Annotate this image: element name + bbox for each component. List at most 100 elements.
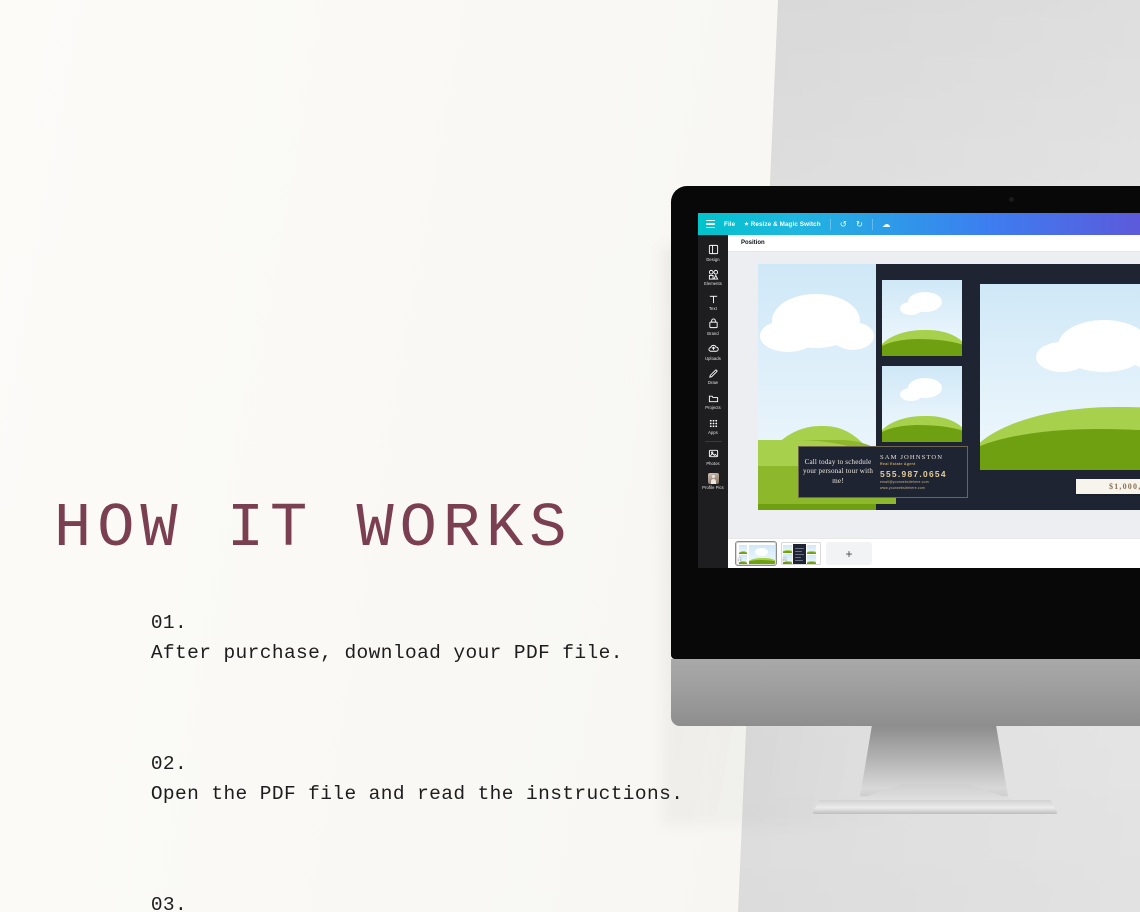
sidebar-item-elements[interactable]: Elements [698,265,728,290]
cloud-shape [760,320,816,352]
brand-icon [708,318,719,329]
step-text: Open the PDF file and read the instructi… [150,783,684,806]
cloud-shape [1036,342,1088,372]
sidebar-item-design[interactable]: Design [698,240,728,265]
cloud-sync-icon[interactable]: ☁ [882,220,891,229]
cloud-shape [900,388,922,401]
webcam-icon [1009,197,1014,202]
app-topbar: File ★ Resize & Magic Switch ↺ ↻ ☁ BRE_D… [698,213,1140,235]
step-number: 03. [150,893,188,912]
sidebar-item-profile-pics[interactable]: Profile Pics [698,469,728,494]
resize-label: Resize & Magic Switch [750,220,821,228]
price-text: $1,000,000 [1109,482,1140,491]
context-toolbar: Position [728,235,1140,252]
monitor-bezel: File ★ Resize & Magic Switch ↺ ↻ ☁ BRE_D… [671,186,1140,659]
resize-magic-switch-button[interactable]: ★ Resize & Magic Switch [744,221,820,228]
step-number: 02. [150,753,188,776]
thumb-photo [807,555,816,564]
sidebar-item-label: Elements [704,281,722,287]
page-number: 2 [783,557,786,564]
thumb-photo [807,545,816,554]
agent-details: SAM JOHNSTON Real Estate Agent 555.987.0… [877,454,967,490]
position-button[interactable]: Position [736,238,770,248]
sidebar-item-draw[interactable]: Draw [698,364,728,389]
page-thumbnail-2[interactable]: 2 [781,542,821,565]
sidebar-item-label: Apps [708,429,718,435]
sidebar-item-apps[interactable]: Apps [698,413,728,438]
app-body: Design Elements Text Brand Uploads Draw … [698,235,1140,568]
sidebar-item-label: Brand [707,330,719,336]
list-item: 03. Log in to your Canva account or regi… [54,860,694,912]
photo-placeholder[interactable] [882,280,962,356]
sidebar-item-label: Photos [706,460,720,466]
apps-icon [708,418,719,429]
monitor-stand-base [812,800,1058,814]
page-thumbnail-1[interactable]: 1 [734,540,778,567]
photo-placeholder[interactable] [882,366,962,442]
sidebar-item-label: Uploads [705,355,721,361]
list-item: 01. After purchase, download your PDF fi… [54,578,694,699]
text-icon [708,294,719,305]
sparkle-icon: ★ [744,220,749,227]
sidebar-item-uploads[interactable]: Uploads [698,339,728,364]
sidebar-item-brand[interactable]: Brand [698,314,728,339]
uploads-icon [707,343,719,354]
sidebar-item-projects[interactable]: Projects [698,389,728,414]
agent-role: Real Estate Agent [880,461,916,466]
sidebar-item-text[interactable]: Text [698,290,728,315]
thumb-photo [783,545,792,553]
sidebar-item-label: Design [706,256,720,262]
price-badge[interactable]: $1,000,000 [1076,479,1140,494]
list-item: 02. Open the PDF file and read the instr… [54,719,694,840]
photos-icon [708,448,719,459]
add-page-button[interactable]: + [826,542,872,565]
sidebar-item-label: Projects [705,405,721,411]
instructions-block: HOW IT WORKS 01. After purchase, downloa… [54,498,694,912]
undo-icon[interactable]: ↺ [840,220,847,229]
toolbar-divider [871,218,873,230]
thumb-text-panel [793,544,806,564]
sidebar-item-label: Text [709,306,717,312]
sidebar-item-photos[interactable]: Photos [698,444,728,469]
thumb-photo [739,545,747,554]
draw-icon [708,368,719,379]
page-root: HOW IT WORKS 01. After purchase, downloa… [0,0,1140,912]
page-thumbnail-strip: 1 2 + [728,538,1140,568]
photo-placeholder[interactable] [980,284,1140,470]
canvas-area[interactable]: 123 Boundary St, Dallas, TX [728,252,1140,538]
step-number: 01. [150,612,188,635]
call-to-action-text: Call today to schedule your personal tou… [802,457,874,485]
page-title: HOW IT WORKS [54,493,573,564]
cloud-shape [832,322,874,350]
agent-contact-card[interactable]: Call today to schedule your personal tou… [798,446,968,498]
page-number: 1 [738,557,741,564]
agent-email: email@yourwebsitehere.com [880,480,929,485]
agent-phone: 555.987.0654 [880,468,947,479]
cloud-shape [900,302,922,315]
hamburger-icon[interactable] [706,220,715,228]
monitor-chin [671,659,1140,726]
monitor-screen: File ★ Resize & Magic Switch ↺ ↻ ☁ BRE_D… [698,213,1140,568]
agent-name: SAM JOHNSTON [880,454,944,462]
design-icon [708,244,719,255]
steps-list: 01. After purchase, download your PDF fi… [54,578,694,912]
hill-shape [882,425,962,442]
hero-panel: 123 Boundary St, Dallas, TX [968,264,1140,510]
agent-website: www.yourwebsitehere.com [880,485,925,490]
projects-icon [708,393,719,404]
thumb-photo [749,545,775,564]
sidebar-item-label: Draw [708,380,718,386]
toolbar-divider [829,218,831,230]
sidebar-item-label: Profile Pics [702,485,724,491]
app-workspace: Position $1,000 Call today to schedule y… [728,235,1140,568]
step-text: After purchase, download your PDF file. [150,642,623,665]
app-sidebar: Design Elements Text Brand Uploads Draw … [698,235,728,568]
profile-pics-icon [707,473,719,485]
hill-shape [882,339,962,356]
file-menu-button[interactable]: File [724,221,735,228]
design-canvas[interactable]: 123 Boundary St, Dallas, TX [758,264,1140,510]
desktop-monitor: File ★ Resize & Magic Switch ↺ ↻ ☁ BRE_D… [663,186,1140,826]
elements-icon [708,269,719,280]
sidebar-divider [704,441,722,443]
redo-icon[interactable]: ↻ [856,220,863,229]
